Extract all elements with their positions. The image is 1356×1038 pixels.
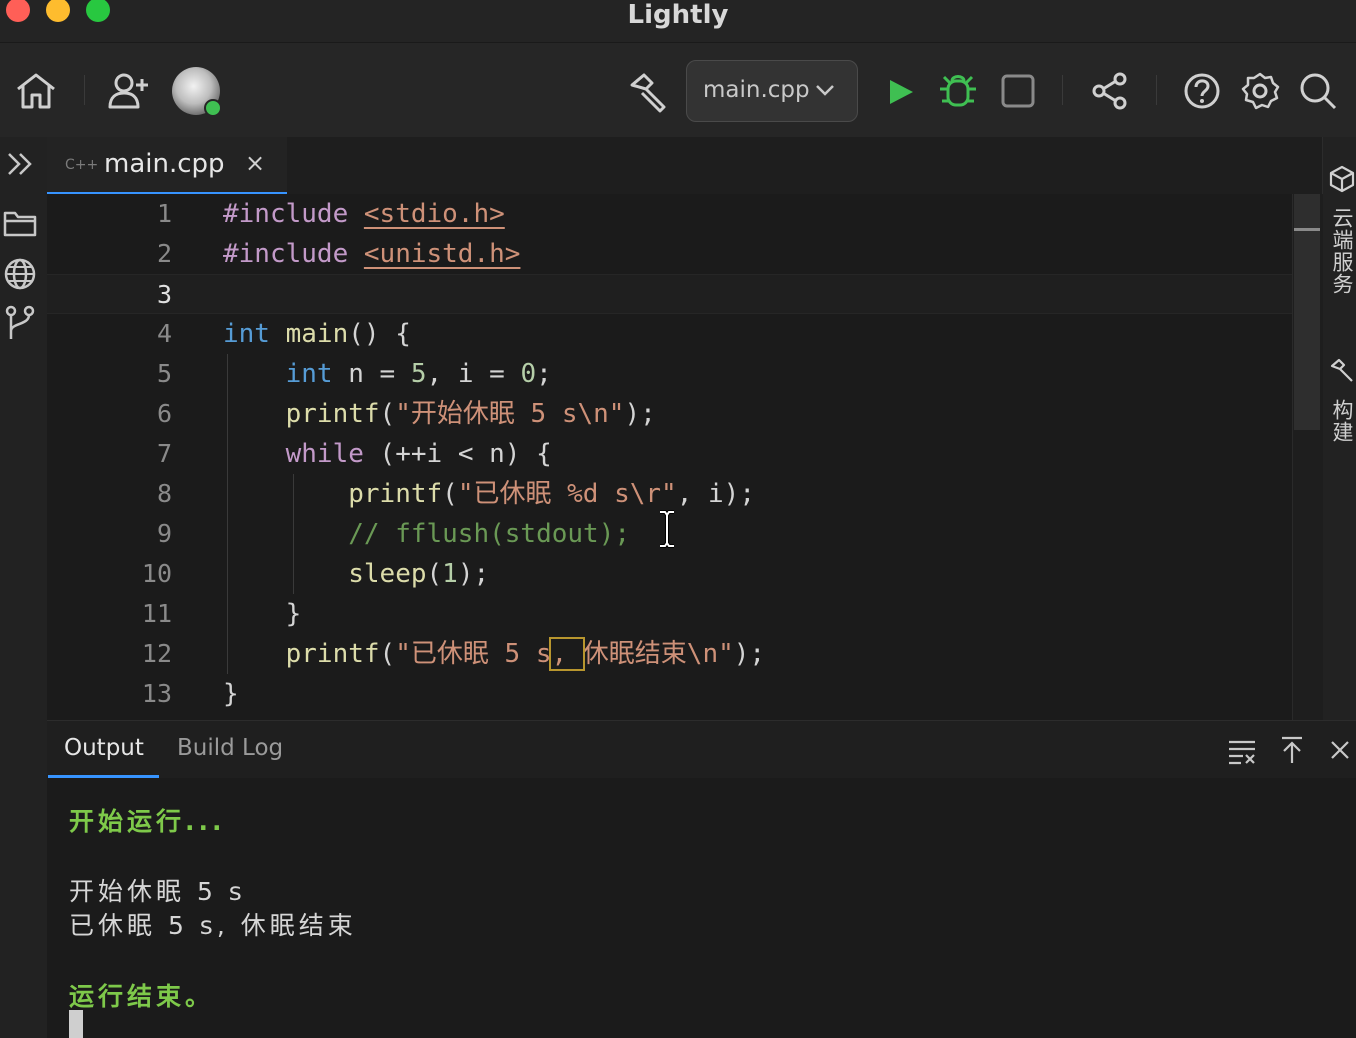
chevron-down-icon <box>815 83 835 97</box>
right-side-bar: 云端服务 构建 <box>1322 137 1356 720</box>
line-number: 11 <box>141 599 172 628</box>
expand-icon[interactable] <box>0 151 40 177</box>
home-icon[interactable] <box>14 71 58 111</box>
code-text: // fflush(stdout); <box>348 519 630 549</box>
line-number: 1 <box>156 199 172 228</box>
output-start-message: 开始运行... <box>69 807 226 836</box>
code-text: #include <unistd.h> <box>223 239 521 269</box>
tab-build-log[interactable]: Build Log <box>177 735 283 761</box>
scrollbar-cursor-marker <box>1294 228 1320 231</box>
code-text: int n = 5, i = 0; <box>285 359 552 389</box>
output-line: 开始休眠 5 s <box>69 877 246 906</box>
line-number: 3 <box>156 280 172 309</box>
hammer-icon[interactable] <box>626 71 672 113</box>
code-line: 1 #include <stdio.h> <box>47 194 1292 234</box>
run-icon[interactable] <box>886 77 916 107</box>
window-title: Lightly <box>627 0 729 30</box>
code-line: 8 printf("已休眠 %d s\r", i); <box>47 474 1292 514</box>
code-text: #include <stdio.h> <box>223 199 505 229</box>
maximize-panel-icon[interactable] <box>1279 735 1305 765</box>
title-bar: Lightly <box>0 0 1356 43</box>
code-text: printf("已休眠 5 s, 休眠结束\n"); <box>285 637 766 671</box>
settings-icon[interactable] <box>1240 71 1280 111</box>
line-number: 12 <box>141 639 172 668</box>
code-line: 12 printf("已休眠 5 s, 休眠结束\n"); <box>47 634 1292 674</box>
editor-tabs: C++ main.cpp × <box>47 137 1322 194</box>
code-line: 7 while (++i < n) { <box>47 434 1292 474</box>
clear-output-icon[interactable] <box>1227 737 1259 765</box>
online-status-icon <box>204 99 222 117</box>
git-branch-icon[interactable] <box>0 305 40 341</box>
code-line: 5 int n = 5, i = 0; <box>47 354 1292 394</box>
share-icon[interactable] <box>1090 71 1130 111</box>
line-number: 2 <box>156 239 172 268</box>
cloud-service-tab[interactable]: 云端服务 <box>1327 207 1356 295</box>
code-line: 2 #include <unistd.h> <box>47 234 1292 274</box>
line-number: 5 <box>156 359 172 388</box>
code-line-current: 3 <box>47 274 1292 314</box>
code-text: printf("已休眠 %d s\r", i); <box>348 479 755 509</box>
tab-main-cpp[interactable]: C++ main.cpp × <box>47 137 287 194</box>
help-icon[interactable] <box>1182 71 1222 111</box>
line-number: 4 <box>156 319 172 348</box>
add-user-icon[interactable] <box>106 71 152 111</box>
line-number: 9 <box>156 519 172 548</box>
output-line: 已休眠 5 s, 休眠结束 <box>69 911 357 940</box>
terminal-cursor <box>69 1010 83 1038</box>
close-panel-icon[interactable] <box>1329 739 1351 761</box>
debug-icon[interactable] <box>938 71 978 111</box>
code-text: } <box>223 679 239 709</box>
code-text: int main() { <box>223 319 411 349</box>
tab-label: main.cpp <box>104 149 225 179</box>
code-text: } <box>223 599 302 629</box>
code-line: 13 } <box>47 674 1292 714</box>
panel-header: Output Build Log <box>47 720 1356 779</box>
line-number: 6 <box>156 399 172 428</box>
code-line: 11 } <box>47 594 1292 634</box>
code-line: 4 int main() { <box>47 314 1292 354</box>
tab-output[interactable]: Output <box>64 735 144 761</box>
code-line: 6 printf("开始休眠 5 s\n"); <box>47 394 1292 434</box>
folder-icon[interactable] <box>0 209 40 237</box>
line-number: 10 <box>141 559 172 588</box>
code-line: 10 sleep(1); <box>47 554 1292 594</box>
output-end-message: 运行结束。 <box>69 982 215 1011</box>
stop-icon[interactable] <box>1000 73 1036 109</box>
toolbar: main.cpp <box>0 43 1356 137</box>
text-cursor-icon <box>657 510 677 548</box>
code-text: sleep(1); <box>348 559 490 589</box>
run-target-select[interactable]: main.cpp <box>686 60 858 122</box>
tab-close-icon[interactable]: × <box>245 149 265 177</box>
cube-icon[interactable] <box>1329 165 1355 193</box>
globe-icon[interactable] <box>0 257 40 291</box>
line-number: 7 <box>156 439 172 468</box>
line-number: 13 <box>141 679 172 708</box>
code-editor[interactable]: 1 #include <stdio.h> 2 #include <unistd.… <box>47 194 1292 720</box>
activity-bar <box>0 137 47 1038</box>
search-icon[interactable] <box>1298 71 1338 111</box>
avatar[interactable] <box>172 67 222 117</box>
cpp-file-icon: C++ <box>65 157 99 173</box>
line-number: 8 <box>156 479 172 508</box>
code-text: while (++i < n) { <box>285 439 552 469</box>
run-target-label: main.cpp <box>703 77 810 103</box>
build-tab[interactable]: 构建 <box>1327 399 1356 443</box>
output-panel[interactable]: 开始运行... 开始休眠 5 s 已休眠 5 s, 休眠结束 运行结束。 <box>47 778 1356 1038</box>
code-text: printf("开始休眠 5 s\n"); <box>285 399 656 429</box>
build-hammer-icon[interactable] <box>1329 357 1355 383</box>
